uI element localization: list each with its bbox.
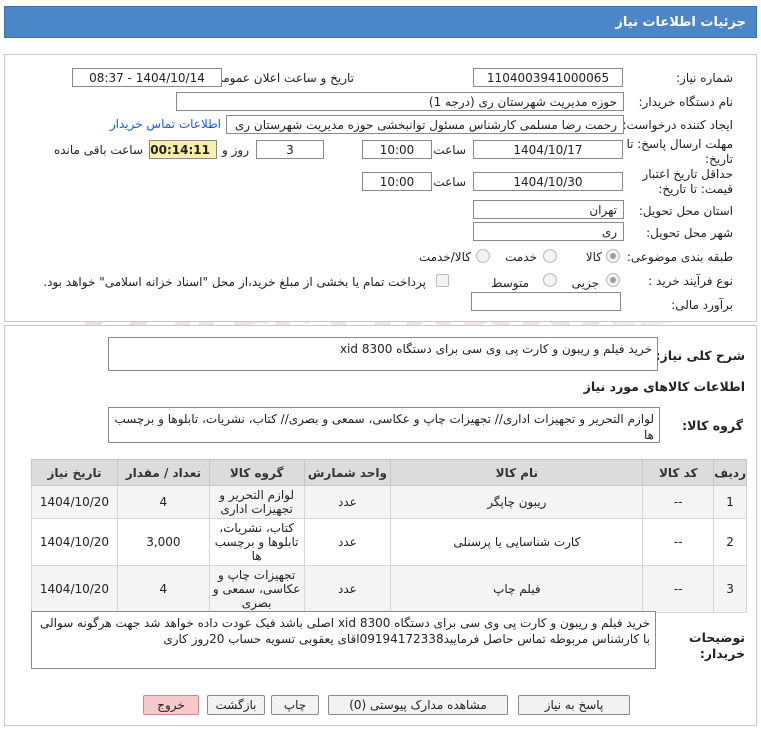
cell-code: -- (642, 485, 715, 519)
back-button[interactable]: بازگشت (207, 695, 265, 715)
treasury-payment-checkbox[interactable] (436, 274, 449, 287)
deadline-label: مهلت ارسال پاسخ: تا (626, 137, 733, 151)
cell-group: کتاب، نشریات، تابلوها و برچسب ها (208, 518, 305, 566)
goods-group-box: لوازم التحریر و تجهیزات اداری// تجهیزات … (108, 407, 660, 443)
buyer-notes-box: خرید فیلم و ریبون و کارت پی وی سی برای د… (31, 611, 656, 669)
days-label: روز و (222, 143, 249, 157)
exit-button[interactable]: خروج (143, 695, 199, 715)
process-medium-label: متوسط (491, 276, 529, 290)
cell-unit: عدد (303, 518, 392, 566)
need-number-field: 1104003941000065 (473, 68, 623, 87)
cell-name: ریبون چاپگر (390, 485, 644, 519)
province-field: تهران (473, 200, 624, 219)
cell-code: -- (642, 518, 715, 566)
deadline-time-field: 10:00 (362, 140, 432, 159)
buyer-contact-link[interactable]: اطلاعات تماس خریدار (110, 117, 221, 131)
col-header-unit: واحد شمارش (303, 459, 392, 486)
cell-date: 1404/10/20 (31, 485, 118, 519)
cell-code: -- (642, 565, 715, 613)
goods-info-title: اطلاعات کالاهای مورد نیاز (583, 379, 745, 394)
creator-field: رحمت رضا مسلمی کارشناس مسئول توانبخشی حو… (226, 115, 624, 134)
cell-group: تجهیزات چاپ و عکاسی، سمعی و بصری (208, 565, 305, 613)
cell-unit: عدد (303, 565, 392, 613)
col-header-code: کد کالا (642, 459, 715, 486)
deadline-date-field: 1404/10/17 (473, 140, 623, 159)
process-minor-label: جزیی (571, 276, 599, 290)
purchase-process-label: نوع فرآیند خرید : (648, 274, 733, 288)
need-summary-label: شرح کلی نیاز: (655, 348, 745, 363)
buyer-org-field: حوزه مدیریت شهرستان ری (درجه 1) (176, 92, 624, 111)
time-remaining-field: 00:14:11 (149, 140, 217, 159)
process-minor-radio[interactable] (606, 273, 620, 287)
buyer-org-label: نام دستگاه خریدار: (638, 95, 734, 109)
view-attachments-button[interactable]: مشاهده مدارک پیوستی (0) (328, 695, 508, 715)
table-row: 3 -- فیلم چاپ عدد تجهیزات چاپ و عکاسی، س… (31, 565, 747, 613)
announce-datetime-field: 1404/10/14 - 08:37 (72, 68, 222, 87)
city-field: ری (473, 222, 624, 241)
reply-button[interactable]: پاسخ به نیاز (518, 695, 630, 715)
financial-estimate-label: برآورد مالی: (671, 298, 733, 312)
table-row: 2 -- کارت شناسایی یا پرسنلی عدد کتاب، نش… (31, 518, 747, 566)
cell-unit: عدد (303, 485, 392, 519)
need-summary-box: خرید فیلم و ریبون و کارت پی وی سی برای د… (108, 337, 658, 371)
cell-group: لوازم التحریر و تجهیزات اداری (208, 485, 305, 519)
col-header-date: تاریخ نیاز (31, 459, 118, 486)
days-remaining-field: 3 (256, 140, 324, 159)
table-row: 1 -- ریبون چاپگر عدد لوازم التحریر و تجه… (31, 485, 747, 519)
print-button[interactable]: چاپ (271, 695, 319, 715)
validity-date-label: قیمت: تا تاریخ: (658, 182, 733, 196)
buyer-notes-label: توضیحات (689, 630, 745, 645)
validity-time-field: 10:00 (362, 172, 432, 191)
cell-name: فیلم چاپ (390, 565, 644, 613)
validity-label: حداقل تاریخ اعتبار (642, 167, 733, 181)
financial-estimate-field[interactable] (471, 292, 621, 311)
validity-date-field: 1404/10/30 (473, 172, 623, 191)
deadline-time-label: ساعت (433, 143, 466, 157)
announce-datetime-label: تاریخ و ساعت اعلان عمومی: (209, 71, 354, 85)
col-header-name: نام کالا (390, 459, 644, 486)
cell-date: 1404/10/20 (31, 518, 118, 566)
window-title: جزئیات اطلاعات نیاز (4, 6, 757, 38)
col-header-qty: تعداد / مقدار (117, 459, 210, 486)
validity-time-label: ساعت (433, 175, 466, 189)
goods-group-label: گروه کالا: (682, 418, 743, 433)
cell-row-num: 3 (713, 565, 747, 613)
category-goods-service-radio[interactable] (476, 249, 490, 263)
cell-date: 1404/10/20 (31, 565, 118, 613)
cell-row-num: 1 (713, 485, 747, 519)
cell-qty: 4 (117, 485, 210, 519)
cell-qty: 3,000 (117, 518, 210, 566)
category-goods-label: کالا (585, 250, 602, 264)
buyer-notes-label-2: خریدار: (699, 646, 745, 661)
table-header-row: ردیف کد کالا نام کالا واحد شمارش گروه کا… (31, 459, 747, 486)
creator-label: ایجاد کننده درخواست: (622, 118, 733, 132)
col-header-group: گروه کالا (208, 459, 305, 486)
process-medium-radio[interactable] (543, 273, 557, 287)
deadline-date-label: تاریخ: (705, 152, 733, 166)
cell-row-num: 2 (713, 518, 747, 566)
goods-table: ردیف کد کالا نام کالا واحد شمارش گروه کا… (31, 459, 747, 613)
category-label: طبقه بندی موضوعی: (626, 250, 733, 264)
cell-name: کارت شناسایی یا پرسنلی (390, 518, 644, 566)
province-label: استان محل تحویل: (638, 204, 733, 218)
col-header-row-num: ردیف (713, 459, 747, 486)
treasury-payment-note: پرداخت تمام یا بخشی از مبلغ خرید،از محل … (43, 275, 426, 289)
city-label: شهر محل تحویل: (646, 226, 733, 240)
category-service-label: خدمت (505, 250, 537, 264)
category-goods-service-label: کالا/خدمت (418, 250, 471, 264)
cell-qty: 4 (117, 565, 210, 613)
time-remaining-label: ساعت باقی مانده (53, 143, 143, 157)
need-number-label: شماره نیاز: (676, 71, 733, 85)
category-service-radio[interactable] (543, 249, 557, 263)
category-goods-radio[interactable] (606, 249, 620, 263)
